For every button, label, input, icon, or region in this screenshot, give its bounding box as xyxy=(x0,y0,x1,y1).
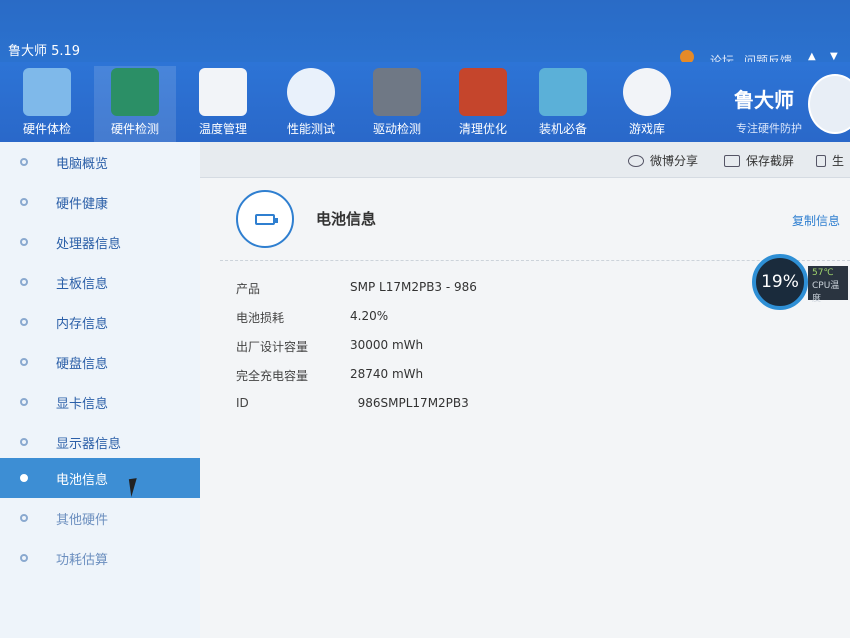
bullet-icon xyxy=(20,198,28,206)
sidebar-item-gpu[interactable]: 显卡信息 xyxy=(0,382,200,422)
sidebar-item-cpu[interactable]: 处理器信息 xyxy=(0,222,200,262)
usage-gauge: 19% xyxy=(752,254,808,310)
brand-slogan: 专注硬件防护 xyxy=(736,122,802,135)
skin-icon[interactable]: ▲ xyxy=(808,52,818,62)
info-row-product: 产品 SMP L17M2PB3 - 986 xyxy=(236,280,477,296)
sidebar-item-motherboard[interactable]: 主板信息 xyxy=(0,262,200,302)
bullet-icon xyxy=(20,398,28,406)
bullet-icon xyxy=(20,318,28,326)
tool-performance[interactable]: 性能测试 xyxy=(270,66,352,142)
sidebar-item-other[interactable]: 其他硬件 xyxy=(0,498,200,538)
speedometer-icon xyxy=(287,68,335,116)
monitor-icon xyxy=(23,68,71,116)
sidebar-item-display[interactable]: 显示器信息 xyxy=(0,422,200,462)
action-bar: 微博分享 保存截屏 生 xyxy=(200,142,850,178)
bullet-icon xyxy=(20,514,28,522)
title-bar: 鲁大师 5.19 论坛 问题反馈 ▲ ▼ xyxy=(0,0,850,68)
tool-hardware-detect[interactable]: 硬件检测 xyxy=(94,66,176,142)
bullet-icon xyxy=(20,474,28,482)
save-screenshot-button[interactable]: 保存截屏 xyxy=(724,152,794,169)
bullet-icon xyxy=(20,238,28,246)
camera-icon xyxy=(724,154,740,167)
generate-report-button[interactable]: 生 xyxy=(816,152,844,169)
tool-cleanup[interactable]: 清理优化 xyxy=(442,66,524,142)
brand-name: 鲁大师 xyxy=(734,88,794,112)
copy-info-link[interactable]: 复制信息 xyxy=(792,212,840,229)
sidebar-item-disk[interactable]: 硬盘信息 xyxy=(0,342,200,382)
broom-icon xyxy=(459,68,507,116)
report-icon xyxy=(816,154,826,167)
sidebar-item-overview[interactable]: 电脑概览 xyxy=(0,142,200,182)
avatar[interactable] xyxy=(808,74,850,134)
thermometer-icon xyxy=(199,68,247,116)
sidebar-item-memory[interactable]: 内存信息 xyxy=(0,302,200,342)
mouse-cursor-icon xyxy=(128,476,148,498)
battery-icon xyxy=(255,214,278,225)
bullet-icon xyxy=(20,278,28,286)
app-title: 鲁大师 5.19 xyxy=(8,44,81,59)
info-row-full-capacity: 完全充电容量 28740 mWh xyxy=(236,367,424,383)
main-toolbar: 硬件体检 硬件检测 温度管理 性能测试 驱动检测 清理优化 装机必备 游戏库 鲁… xyxy=(0,62,850,142)
cube-icon xyxy=(539,68,587,116)
weibo-icon xyxy=(628,154,644,167)
info-row-id: ID 986SMPL17M2PB3 xyxy=(236,396,469,410)
cpu-monitor-widget[interactable]: 19% 57℃ CPU温度 xyxy=(752,254,848,310)
tool-essentials[interactable]: 装机必备 xyxy=(522,66,604,142)
brand: 鲁大师 专注硬件防护 xyxy=(720,62,850,142)
sidebar-item-power[interactable]: 功耗估算 xyxy=(0,538,200,578)
gamepad-icon xyxy=(623,68,671,116)
cpu-temp-readout: 57℃ CPU温度 xyxy=(808,266,848,304)
content-panel: 微博分享 保存截屏 生 电池信息 复制信息 产品 SMP L17M2PB3 - 9… xyxy=(200,142,850,638)
tool-hardware-checkup[interactable]: 硬件体检 xyxy=(6,66,88,142)
bullet-icon xyxy=(20,358,28,366)
bullet-icon xyxy=(20,158,28,166)
sidebar-item-health[interactable]: 硬件健康 xyxy=(0,182,200,222)
tool-games[interactable]: 游戏库 xyxy=(606,66,688,142)
info-row-design-capacity: 出厂设计容量 30000 mWh xyxy=(236,338,424,354)
tool-drivers[interactable]: 驱动检测 xyxy=(356,66,438,142)
bullet-icon xyxy=(20,554,28,562)
tool-temperature[interactable]: 温度管理 xyxy=(182,66,264,142)
gear-icon xyxy=(373,68,421,116)
battery-section-icon xyxy=(236,190,294,248)
menu-icon[interactable]: ▼ xyxy=(830,52,840,62)
sidebar-item-battery[interactable]: 电池信息 xyxy=(0,458,200,498)
bullet-icon xyxy=(20,438,28,446)
section-title: 电池信息 xyxy=(316,210,377,228)
weibo-share-button[interactable]: 微博分享 xyxy=(628,152,698,169)
info-row-wear: 电池损耗 4.20% xyxy=(236,309,389,325)
sidebar: 电脑概览 硬件健康 处理器信息 主板信息 内存信息 硬盘信息 显卡信息 显示器信… xyxy=(0,142,200,638)
motherboard-icon xyxy=(111,68,159,116)
